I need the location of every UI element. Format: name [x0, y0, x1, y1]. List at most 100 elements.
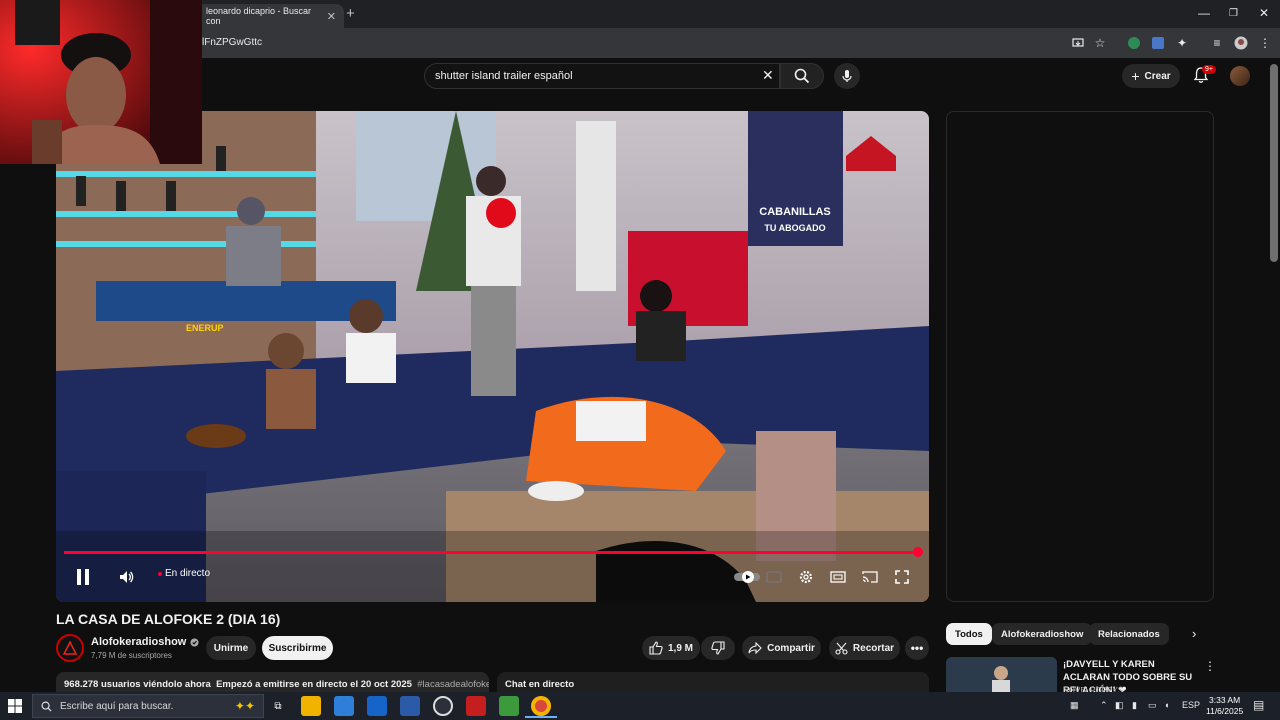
fullscreen-button[interactable]	[888, 567, 916, 587]
tray-volume-icon[interactable]: ◖	[1164, 700, 1169, 710]
file-explorer-icon[interactable]	[301, 696, 321, 716]
extensions-puzzle-icon[interactable]: ✦	[1174, 35, 1190, 51]
plus-icon: +	[1131, 68, 1140, 84]
tray-language[interactable]: ESP	[1182, 700, 1200, 710]
notification-center-icon[interactable]: ▤	[1253, 698, 1264, 712]
translate-extension-icon[interactable]	[1150, 35, 1166, 51]
recommendation-menu-icon[interactable]: ⋮	[1204, 659, 1216, 673]
search-highlight-icon: ✦✦	[234, 699, 255, 713]
browser-menu-icon[interactable]: ⋮	[1257, 35, 1273, 51]
webcam-overlay	[0, 0, 202, 164]
clock-date: 11/6/2025	[1206, 706, 1244, 716]
chevron-right-icon[interactable]: ›	[1192, 626, 1196, 641]
photos-icon[interactable]	[400, 696, 420, 716]
voice-search-button[interactable]	[834, 63, 860, 89]
join-button[interactable]: Unirme	[206, 636, 256, 660]
recommendation-thumbnail[interactable]	[946, 657, 1057, 697]
gear-icon	[799, 570, 813, 584]
progress-bar[interactable]	[64, 551, 921, 554]
obs-icon[interactable]	[433, 696, 453, 716]
store-icon[interactable]	[334, 696, 354, 716]
channel-logo-icon	[62, 640, 78, 655]
channel-avatar[interactable]	[56, 634, 84, 662]
volume-icon	[120, 571, 134, 583]
close-window-icon[interactable]: ✕	[1259, 6, 1269, 20]
new-tab-icon[interactable]: +	[346, 5, 355, 22]
miniplayer-button[interactable]	[824, 567, 852, 587]
miniplayer-icon	[830, 571, 846, 583]
notification-badge: 9+	[1202, 65, 1216, 74]
cast-icon	[862, 571, 878, 583]
app-green-icon[interactable]	[499, 696, 519, 716]
tray-battery-icon[interactable]: ▭	[1148, 700, 1157, 711]
app-red-icon[interactable]	[466, 696, 486, 716]
subscribe-button[interactable]: Suscribirme	[262, 636, 333, 660]
live-indicator[interactable]: En directo	[158, 568, 210, 579]
search-input[interactable]: shutter island trailer español	[424, 63, 780, 89]
scene-sign-tagline: TU ABOGADO	[764, 223, 825, 233]
subtitles-icon	[766, 571, 782, 583]
clear-search-icon[interactable]: ✕	[762, 67, 774, 84]
subtitles-button[interactable]	[760, 567, 788, 587]
chrome-icon[interactable]	[531, 696, 551, 716]
chip-alofokeradioshow[interactable]: Alofokeradioshow	[992, 623, 1093, 645]
autoplay-icon	[734, 571, 760, 583]
address-bar[interactable]: lFnZPGwGttc	[202, 37, 262, 48]
autoplay-toggle[interactable]	[733, 567, 761, 587]
tray-network-icon[interactable]: ◧	[1115, 700, 1124, 711]
chip-relacionados[interactable]: Relacionados	[1089, 623, 1169, 645]
media-control-icon[interactable]: ≡	[1209, 35, 1225, 51]
restore-icon[interactable]: ❐	[1229, 8, 1238, 19]
stream-start: Empezó a emitirse en directo el 20 oct 2…	[216, 679, 412, 690]
clip-button[interactable]: Recortar	[829, 636, 900, 660]
chip-todos[interactable]: Todos	[946, 623, 992, 645]
tray-app-icon[interactable]: ▦	[1070, 700, 1079, 711]
more-actions-button[interactable]: •••	[905, 636, 929, 660]
side-panel-placeholder	[946, 111, 1214, 602]
create-label: Crear	[1144, 70, 1171, 82]
thumbs-down-icon	[711, 641, 725, 655]
taskbar-clock[interactable]: 3:33 AM 11/6/2025	[1206, 695, 1243, 717]
mail-icon[interactable]	[367, 696, 387, 716]
profile-icon[interactable]	[1233, 35, 1249, 51]
browser-tab[interactable]: leonardo dicaprio - Buscar con ✕	[196, 4, 344, 28]
dislike-button[interactable]	[701, 636, 735, 660]
cast-button[interactable]	[856, 567, 884, 587]
hashtag[interactable]: #lacasadealofoke	[417, 679, 489, 690]
tray-mic-icon[interactable]: ▮	[1132, 700, 1137, 711]
task-view-icon[interactable]: ⧉	[268, 696, 288, 716]
channel-name-label: Alofokeradioshow	[91, 636, 187, 648]
search-icon	[794, 68, 810, 84]
like-button[interactable]: 1,9 M	[642, 636, 700, 660]
taskbar-search[interactable]: Escribe aquí para buscar. ✦✦	[32, 694, 264, 718]
create-button[interactable]: + Crear	[1122, 64, 1180, 88]
video-title: LA CASA DE ALOFOKE 2 (DIA 16)	[56, 611, 281, 627]
bookmark-star-icon[interactable]: ☆	[1092, 35, 1108, 51]
channel-name[interactable]: Alofokeradioshow	[91, 636, 199, 648]
tab-close-icon[interactable]: ✕	[327, 10, 336, 23]
share-button[interactable]: Compartir	[742, 636, 821, 660]
active-app-indicator	[525, 716, 557, 718]
scissors-icon	[835, 642, 848, 655]
extension-green-icon[interactable]	[1126, 35, 1142, 51]
subscriber-count: 7,79 M de suscriptores	[91, 651, 172, 660]
windows-start-icon[interactable]	[8, 699, 22, 718]
minimize-icon[interactable]: —	[1198, 6, 1210, 20]
tray-overflow-icon[interactable]: ⌃	[1100, 700, 1108, 711]
settings-button[interactable]	[792, 567, 820, 587]
video-frame: CABANILLAS TU ABOGADO ENERUP	[56, 111, 929, 602]
share-icon	[748, 642, 762, 654]
viewer-count: 968.278 usuarios viéndolo ahora	[64, 679, 211, 690]
pause-icon	[77, 569, 89, 585]
clock-time: 3:33 AM	[1209, 695, 1241, 705]
video-player[interactable]: CABANILLAS TU ABOGADO ENERUP En directo	[56, 111, 929, 602]
page-scrollbar[interactable]	[1270, 64, 1278, 262]
live-chat-label: Chat en directo	[505, 679, 575, 690]
pause-button[interactable]	[69, 567, 97, 587]
avatar[interactable]	[1230, 66, 1250, 86]
search-button[interactable]	[780, 63, 824, 89]
volume-button[interactable]	[112, 567, 140, 587]
progress-scrubber[interactable]	[913, 547, 923, 557]
install-app-icon[interactable]	[1070, 35, 1086, 51]
live-dot-icon	[158, 571, 162, 576]
